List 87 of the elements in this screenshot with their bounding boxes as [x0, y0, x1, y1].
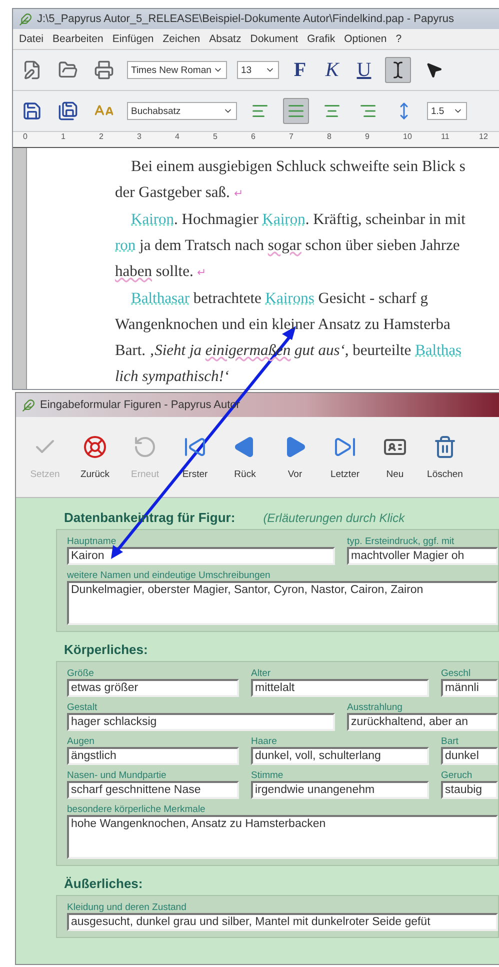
- menu-item[interactable]: Zeichen: [162, 33, 200, 45]
- trash-icon: [433, 434, 457, 458]
- text-line: Kairon. Hochmagier Kairon. Kräftig, scheinbar in mit: [130, 210, 466, 230]
- field-label: Geschl: [441, 668, 472, 679]
- menu-item[interactable]: Dokument: [250, 33, 298, 45]
- style-dropdown[interactable]: Buchabsatz: [127, 102, 237, 120]
- spacing-dropdown[interactable]: 1.5: [427, 102, 467, 120]
- ruler-number: 0: [23, 132, 28, 143]
- input-field[interactable]: etwas größer: [67, 679, 239, 697]
- text-line: lich sympathisch!‘: [115, 367, 230, 387]
- input-field[interactable]: ausgesucht, dunkel grau und silber, Mantel mit dunkelroter Seide gefüt: [67, 913, 498, 931]
- input-field[interactable]: Kairon: [67, 547, 335, 565]
- section-heading: Körperliches:: [64, 642, 148, 657]
- text-line: haben sollte. ↵: [115, 262, 208, 282]
- ruler-number: 1: [61, 132, 66, 143]
- input-field[interactable]: hager schlacksig: [67, 713, 335, 731]
- text-line: Bei einem ausgiebigen Schluck schweifte sein Blick s: [130, 157, 466, 177]
- text-cursor-icon[interactable]: [385, 57, 411, 83]
- toolbar-button[interactable]: Zurück: [70, 434, 120, 480]
- input-field[interactable]: staubig: [441, 781, 498, 799]
- text-line: Wangenknochen und ein kleiner Ansatz zu Hamsterba: [115, 315, 452, 335]
- field-label: Geruch: [441, 770, 474, 781]
- ruler-number: 5: [213, 132, 218, 143]
- field-label: Kleidung und deren Zustand: [67, 902, 188, 913]
- menu-item[interactable]: Absatz: [209, 33, 242, 45]
- ruler-number: 10: [403, 132, 413, 143]
- input-field[interactable]: dunkel: [441, 747, 498, 765]
- ruler-number: 12: [479, 132, 489, 143]
- field-label: besondere körperliche Merkmale: [67, 804, 206, 815]
- field-label: Haare: [251, 736, 278, 747]
- field-label: Gestalt: [67, 702, 98, 713]
- input-field[interactable]: hohe Wangenknochen, Ansatz zu Hamsterbacken: [67, 815, 498, 859]
- ruler-number: 7: [289, 132, 294, 143]
- menu-item[interactable]: Bearbeiten: [52, 33, 104, 45]
- field-label: Ausstrahlung: [347, 702, 404, 713]
- format-button[interactable]: U: [353, 58, 375, 82]
- format-button[interactable]: K: [321, 58, 343, 82]
- field-label: Größe: [67, 668, 95, 679]
- app-logo-icon: [19, 12, 32, 26]
- ruler-number: 6: [251, 132, 256, 143]
- field-label: Alter: [251, 668, 272, 679]
- size-dropdown[interactable]: 13: [237, 61, 279, 79]
- scrollbar[interactable]: [13, 148, 26, 389]
- toolbar-button[interactable]: Löschen: [420, 434, 470, 480]
- repeat-icon: [133, 434, 157, 458]
- toolbar-button[interactable]: Rück: [220, 434, 270, 480]
- menu-item[interactable]: Optionen: [344, 33, 387, 45]
- app-logo-icon: [22, 398, 35, 412]
- ruler-number: 9: [365, 132, 370, 143]
- input-field[interactable]: zurückhaltend, aber an: [347, 713, 498, 731]
- menu-item[interactable]: Grafik: [307, 33, 336, 45]
- input-field[interactable]: ängstlich: [67, 747, 239, 765]
- toolbar-button[interactable]: Letzter: [320, 434, 370, 480]
- input-field[interactable]: dunkel, voll, schulterlang: [251, 747, 429, 765]
- section-heading: Äußerliches:: [64, 876, 143, 891]
- field-label: Augen: [67, 736, 96, 747]
- format-button[interactable]: F: [289, 58, 311, 82]
- ruler-number: 3: [137, 132, 142, 143]
- ruler-number: 4: [175, 132, 180, 143]
- hint-text: (Erläuterungen durch Klick: [263, 511, 405, 525]
- ruler-number: 8: [327, 132, 332, 143]
- toolbar-button[interactable]: Neu: [370, 434, 420, 480]
- input-field[interactable]: männli: [441, 679, 498, 697]
- text-line: ron ja dem Tratsch nach sogar schon über sieben Jahrze: [115, 236, 461, 256]
- text-line: der Gastgeber saß. ↵: [115, 183, 244, 203]
- field-label: Nasen- und Mundpartie: [67, 770, 168, 781]
- ruler-number: 2: [99, 132, 104, 143]
- menu-item[interactable]: Datei: [19, 33, 44, 45]
- input-field[interactable]: machtvoller Magier oh: [347, 547, 498, 565]
- field-label: weitere Namen und eindeutige Umschreibungen: [67, 570, 272, 581]
- field-label: typ. Ersteindruck, ggf. mit: [347, 536, 456, 547]
- menu-item[interactable]: Einfügen: [112, 33, 154, 45]
- toolbar-button[interactable]: Vor: [270, 434, 320, 480]
- input-field[interactable]: Dunkelmagier, oberster Magier, Santor, Cyron, Nastor, Cairon, Zairon: [67, 581, 498, 625]
- ruler-number: 11: [441, 132, 450, 143]
- menu-item[interactable]: ?: [396, 33, 402, 45]
- field-label: Bart: [441, 736, 460, 747]
- field-label: Hauptname: [67, 536, 118, 547]
- input-field[interactable]: scharf geschnittene Nase: [67, 781, 239, 799]
- lifebuoy-icon: [83, 434, 107, 458]
- input-field[interactable]: irgendwie unangenehm: [251, 781, 429, 799]
- font-dropdown[interactable]: Times New Roman: [127, 61, 227, 79]
- input-field[interactable]: mittelalt: [251, 679, 429, 697]
- window-title: J:\5_Papyrus Autor_5_RELEASE\Beispiel-Dokumente Autor\Findelkind.pap - Papyrus: [37, 13, 454, 25]
- text-line: Balthasar betrachtete Kairons Gesicht - scharf g: [130, 289, 429, 309]
- toolbar-button[interactable]: Erster: [170, 434, 220, 480]
- field-label: Stimme: [251, 770, 284, 781]
